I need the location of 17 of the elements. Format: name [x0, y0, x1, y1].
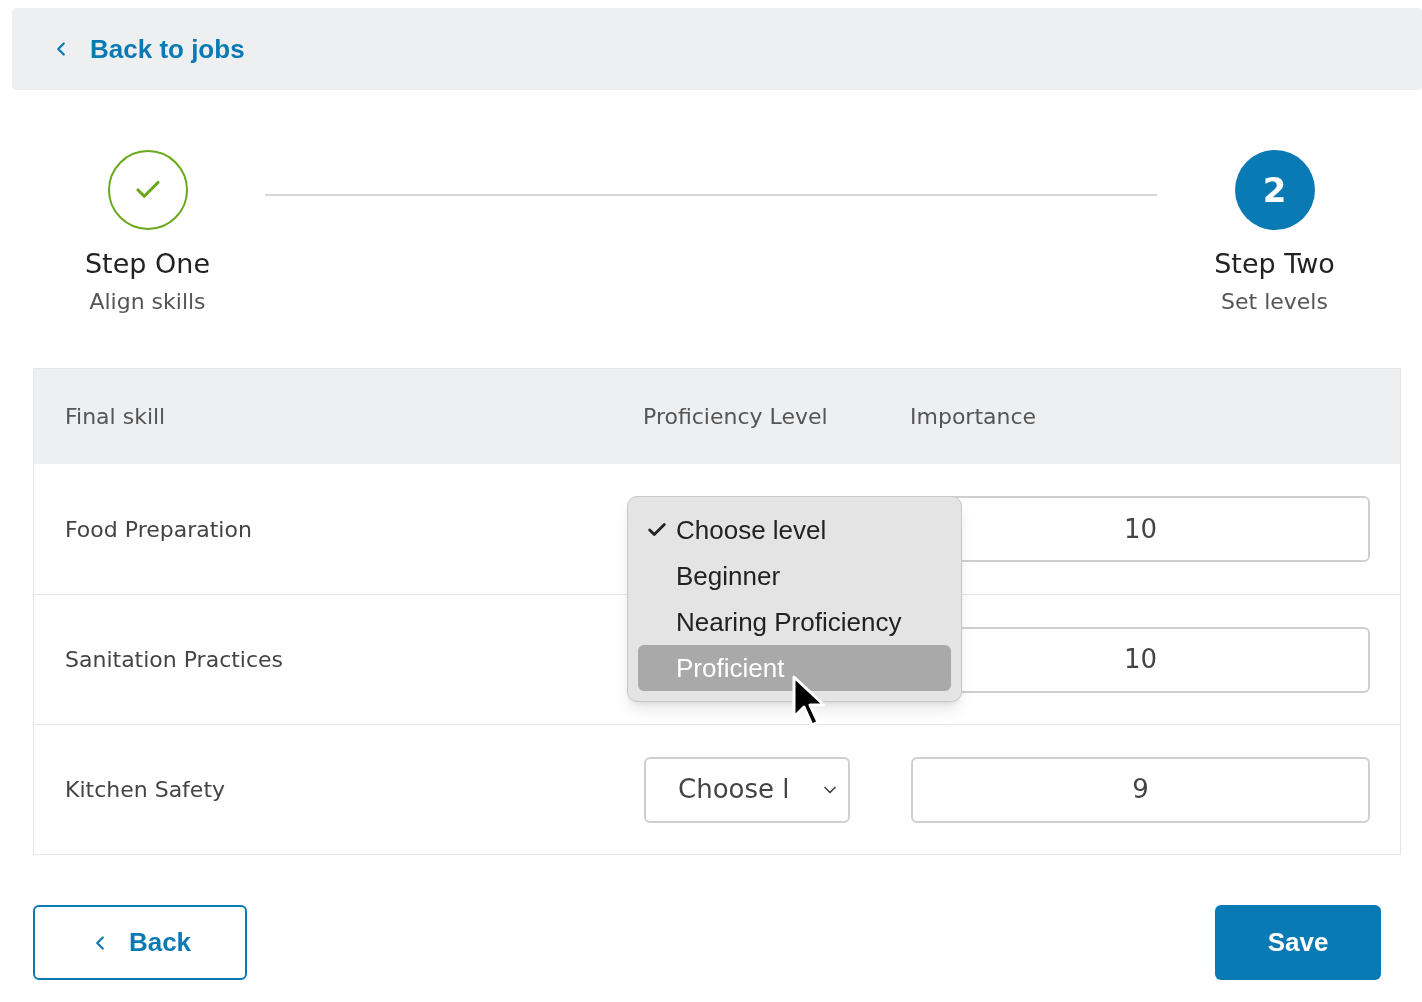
completed-step-icon: [107, 150, 188, 230]
column-header: Importance: [910, 403, 1037, 431]
step-subtitle: Set levels: [1221, 287, 1328, 316]
back-to-jobs-link[interactable]: Back to jobs: [50, 29, 245, 69]
level-select[interactable]: Choose l: [644, 756, 850, 823]
step-title: Step Two: [1214, 247, 1335, 281]
column-header: Final skill: [65, 403, 167, 431]
skill-name: Sanitation Practices: [65, 646, 285, 674]
step-subtitle: Align skills: [89, 287, 206, 316]
skill-name: Kitchen Safety: [65, 776, 227, 804]
save-button[interactable]: Save: [1215, 905, 1381, 980]
skill-name: Food Preparation: [65, 515, 253, 544]
step-title: Step One: [84, 247, 210, 281]
step-number: 2: [1234, 150, 1315, 230]
column-header: Proficiency Level: [643, 403, 829, 431]
importance-field[interactable]: 9: [911, 756, 1370, 823]
back-button[interactable]: Back: [33, 905, 247, 980]
